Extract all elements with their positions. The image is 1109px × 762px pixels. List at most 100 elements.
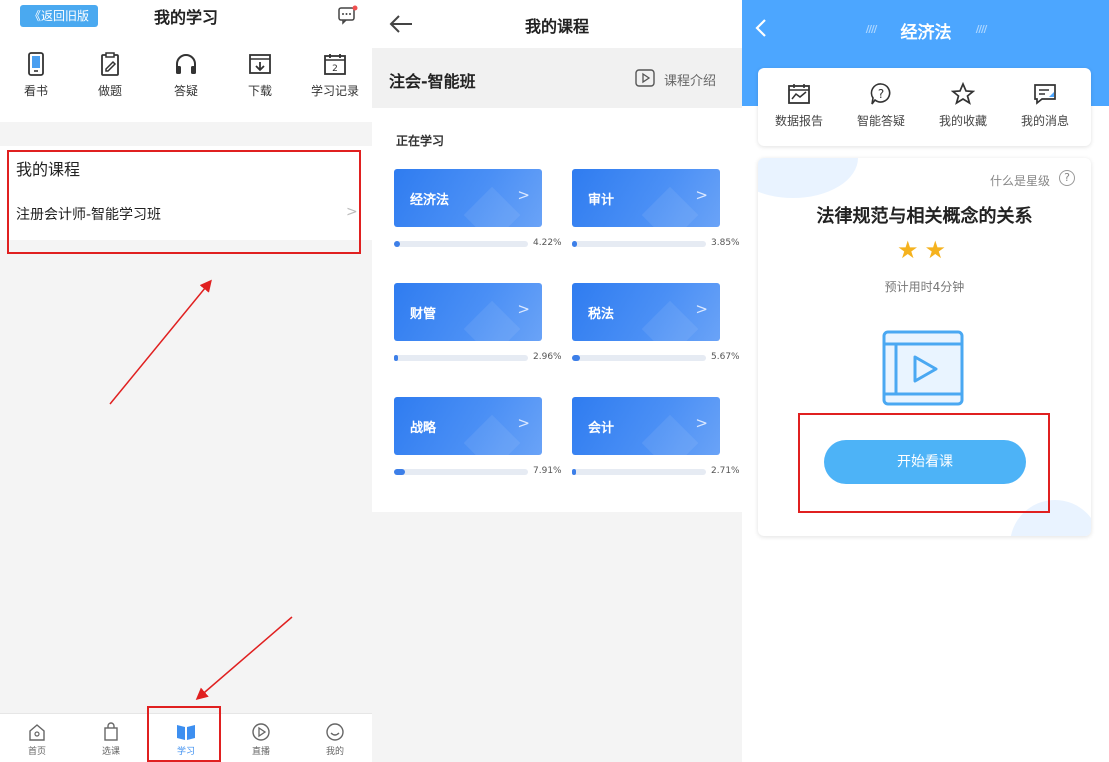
study-header: 《返回旧版 我的学习 看书 做题 答疑 下载 2 学习记录 <box>0 0 372 122</box>
menu-label: 我的收藏 <box>938 114 987 128</box>
back-to-old-version-button[interactable]: 《返回旧版 <box>20 5 98 27</box>
highlight-box <box>7 150 361 254</box>
download-icon <box>249 54 271 74</box>
tab-label: 选课 <box>101 747 120 757</box>
play-circle-icon <box>252 723 270 741</box>
progress-fill <box>394 241 400 247</box>
tool-label: 看书 <box>23 84 48 98</box>
study-tools: 看书 做题 答疑 下载 2 学习记录 <box>0 52 372 108</box>
tool-label: 学习记录 <box>310 84 359 98</box>
play-square-icon <box>635 69 655 87</box>
page-title: 我的课程 <box>524 17 589 36</box>
profile-icon <box>326 723 344 741</box>
progress-fill <box>394 469 405 475</box>
course-card[interactable]: 财管 > <box>394 283 542 341</box>
menu-data-report[interactable]: 数据报告 <box>764 82 834 129</box>
progress-bar <box>572 355 706 361</box>
chevron-right-icon: > <box>517 300 530 318</box>
section-title: 正在学习 <box>396 134 445 148</box>
card-decor <box>641 300 699 341</box>
course-intro-link[interactable]: 课程介绍 <box>634 68 716 89</box>
course-detail-screen: //// 经济法 //// 数据报告 ? 智能答疑 我的收藏 我的消息 什么是星… <box>742 0 1109 762</box>
menu-smart-qa[interactable]: ? 智能答疑 <box>846 82 916 129</box>
svg-text:?: ? <box>878 87 884 101</box>
chevron-right-icon: > <box>695 414 708 432</box>
question-bubble-icon: ? <box>870 83 891 105</box>
class-name: 注会-智能班 <box>389 72 476 91</box>
progress-bar <box>572 241 706 247</box>
star-icon <box>951 82 975 105</box>
decor-stripes-left: //// <box>865 24 878 35</box>
function-menu: 数据报告 ? 智能答疑 我的收藏 我的消息 <box>758 68 1091 146</box>
course-name: 审计 <box>588 193 615 208</box>
course-name: 经济法 <box>410 193 450 208</box>
studying-section: 正在学习 经济法 >4.22% 审计 >3.85% 财管 >2.96% 税法 >5.67% 战略… <box>372 108 742 512</box>
menu-label: 我的消息 <box>1020 114 1069 128</box>
calendar-icon: 2 <box>324 54 346 75</box>
page-title: 我的学习 <box>153 8 218 27</box>
decor-circle <box>758 158 858 198</box>
tool-label: 下载 <box>247 84 272 98</box>
tool-label: 做题 <box>97 84 122 98</box>
page-title: //// 经济法 //// <box>858 18 994 43</box>
card-decor <box>463 414 521 455</box>
help-circle-icon[interactable]: ? <box>1059 170 1075 186</box>
tool-download[interactable]: 下载 <box>228 52 292 108</box>
back-chevron-icon[interactable] <box>754 17 768 39</box>
course-card[interactable]: 税法 > <box>572 283 720 341</box>
card-decor <box>641 186 699 227</box>
tab-label: 我的 <box>325 747 344 757</box>
back-arrow-icon[interactable] <box>388 12 414 36</box>
decor-stripes-right: //// <box>975 24 988 35</box>
arrow-to-study-tab <box>195 616 293 700</box>
tab-label: 首页 <box>27 747 46 757</box>
course-card[interactable]: 经济法 > <box>394 169 542 227</box>
menu-my-messages[interactable]: 我的消息 <box>1010 82 1080 129</box>
message-icon[interactable] <box>336 5 358 25</box>
tab-live[interactable]: 直播 <box>236 722 286 757</box>
progress-percent: 7.91% <box>533 466 562 476</box>
tab-label: 直播 <box>251 747 270 757</box>
tool-exercise[interactable]: 做题 <box>78 52 142 108</box>
star-rating: ★★ <box>896 236 953 264</box>
progress-fill <box>572 469 576 475</box>
tool-label: 答疑 <box>173 84 198 98</box>
tool-read-book[interactable]: 看书 <box>4 52 68 108</box>
progress-fill <box>394 355 398 361</box>
progress-percent: 5.67% <box>711 352 740 362</box>
tab-home[interactable]: 首页 <box>12 722 62 757</box>
lesson-topic: 法律规范与相关概念的关系 <box>816 206 1033 227</box>
title-text: 经济法 <box>900 23 952 43</box>
estimated-time: 预计用时4分钟 <box>884 280 965 294</box>
tool-study-record[interactable]: 2 学习记录 <box>303 52 367 108</box>
progress-bar <box>394 469 528 475</box>
course-name: 税法 <box>588 307 615 322</box>
what-is-star-link[interactable]: 什么是星级 <box>990 172 1050 189</box>
bag-icon <box>104 722 118 741</box>
course-card[interactable]: 战略 > <box>394 397 542 455</box>
svg-text:2: 2 <box>332 64 338 74</box>
course-card[interactable]: 审计 > <box>572 169 720 227</box>
tab-mine[interactable]: 我的 <box>310 722 360 757</box>
video-play-icon <box>882 330 964 406</box>
tool-qa[interactable]: 答疑 <box>154 52 218 108</box>
chevron-right-icon: > <box>517 414 530 432</box>
progress-percent: 4.22% <box>533 238 562 248</box>
menu-my-favorites[interactable]: 我的收藏 <box>928 82 998 129</box>
course-name: 会计 <box>588 421 615 436</box>
progress-bar <box>394 355 528 361</box>
exercise-icon <box>101 52 119 76</box>
courses-header: 我的课程 <box>372 0 742 48</box>
tab-select-course[interactable]: 选课 <box>86 722 136 757</box>
course-name: 财管 <box>410 307 437 322</box>
class-info-bar: 注会-智能班 课程介绍 <box>372 48 742 108</box>
chevron-right-icon: > <box>695 186 708 204</box>
headphones-icon <box>176 54 196 74</box>
card-decor <box>641 414 699 455</box>
progress-percent: 2.71% <box>711 466 740 476</box>
highlight-box <box>798 413 1050 513</box>
card-decor <box>463 300 521 341</box>
course-card[interactable]: 会计 > <box>572 397 720 455</box>
report-icon <box>788 84 810 104</box>
highlight-box <box>147 706 221 762</box>
